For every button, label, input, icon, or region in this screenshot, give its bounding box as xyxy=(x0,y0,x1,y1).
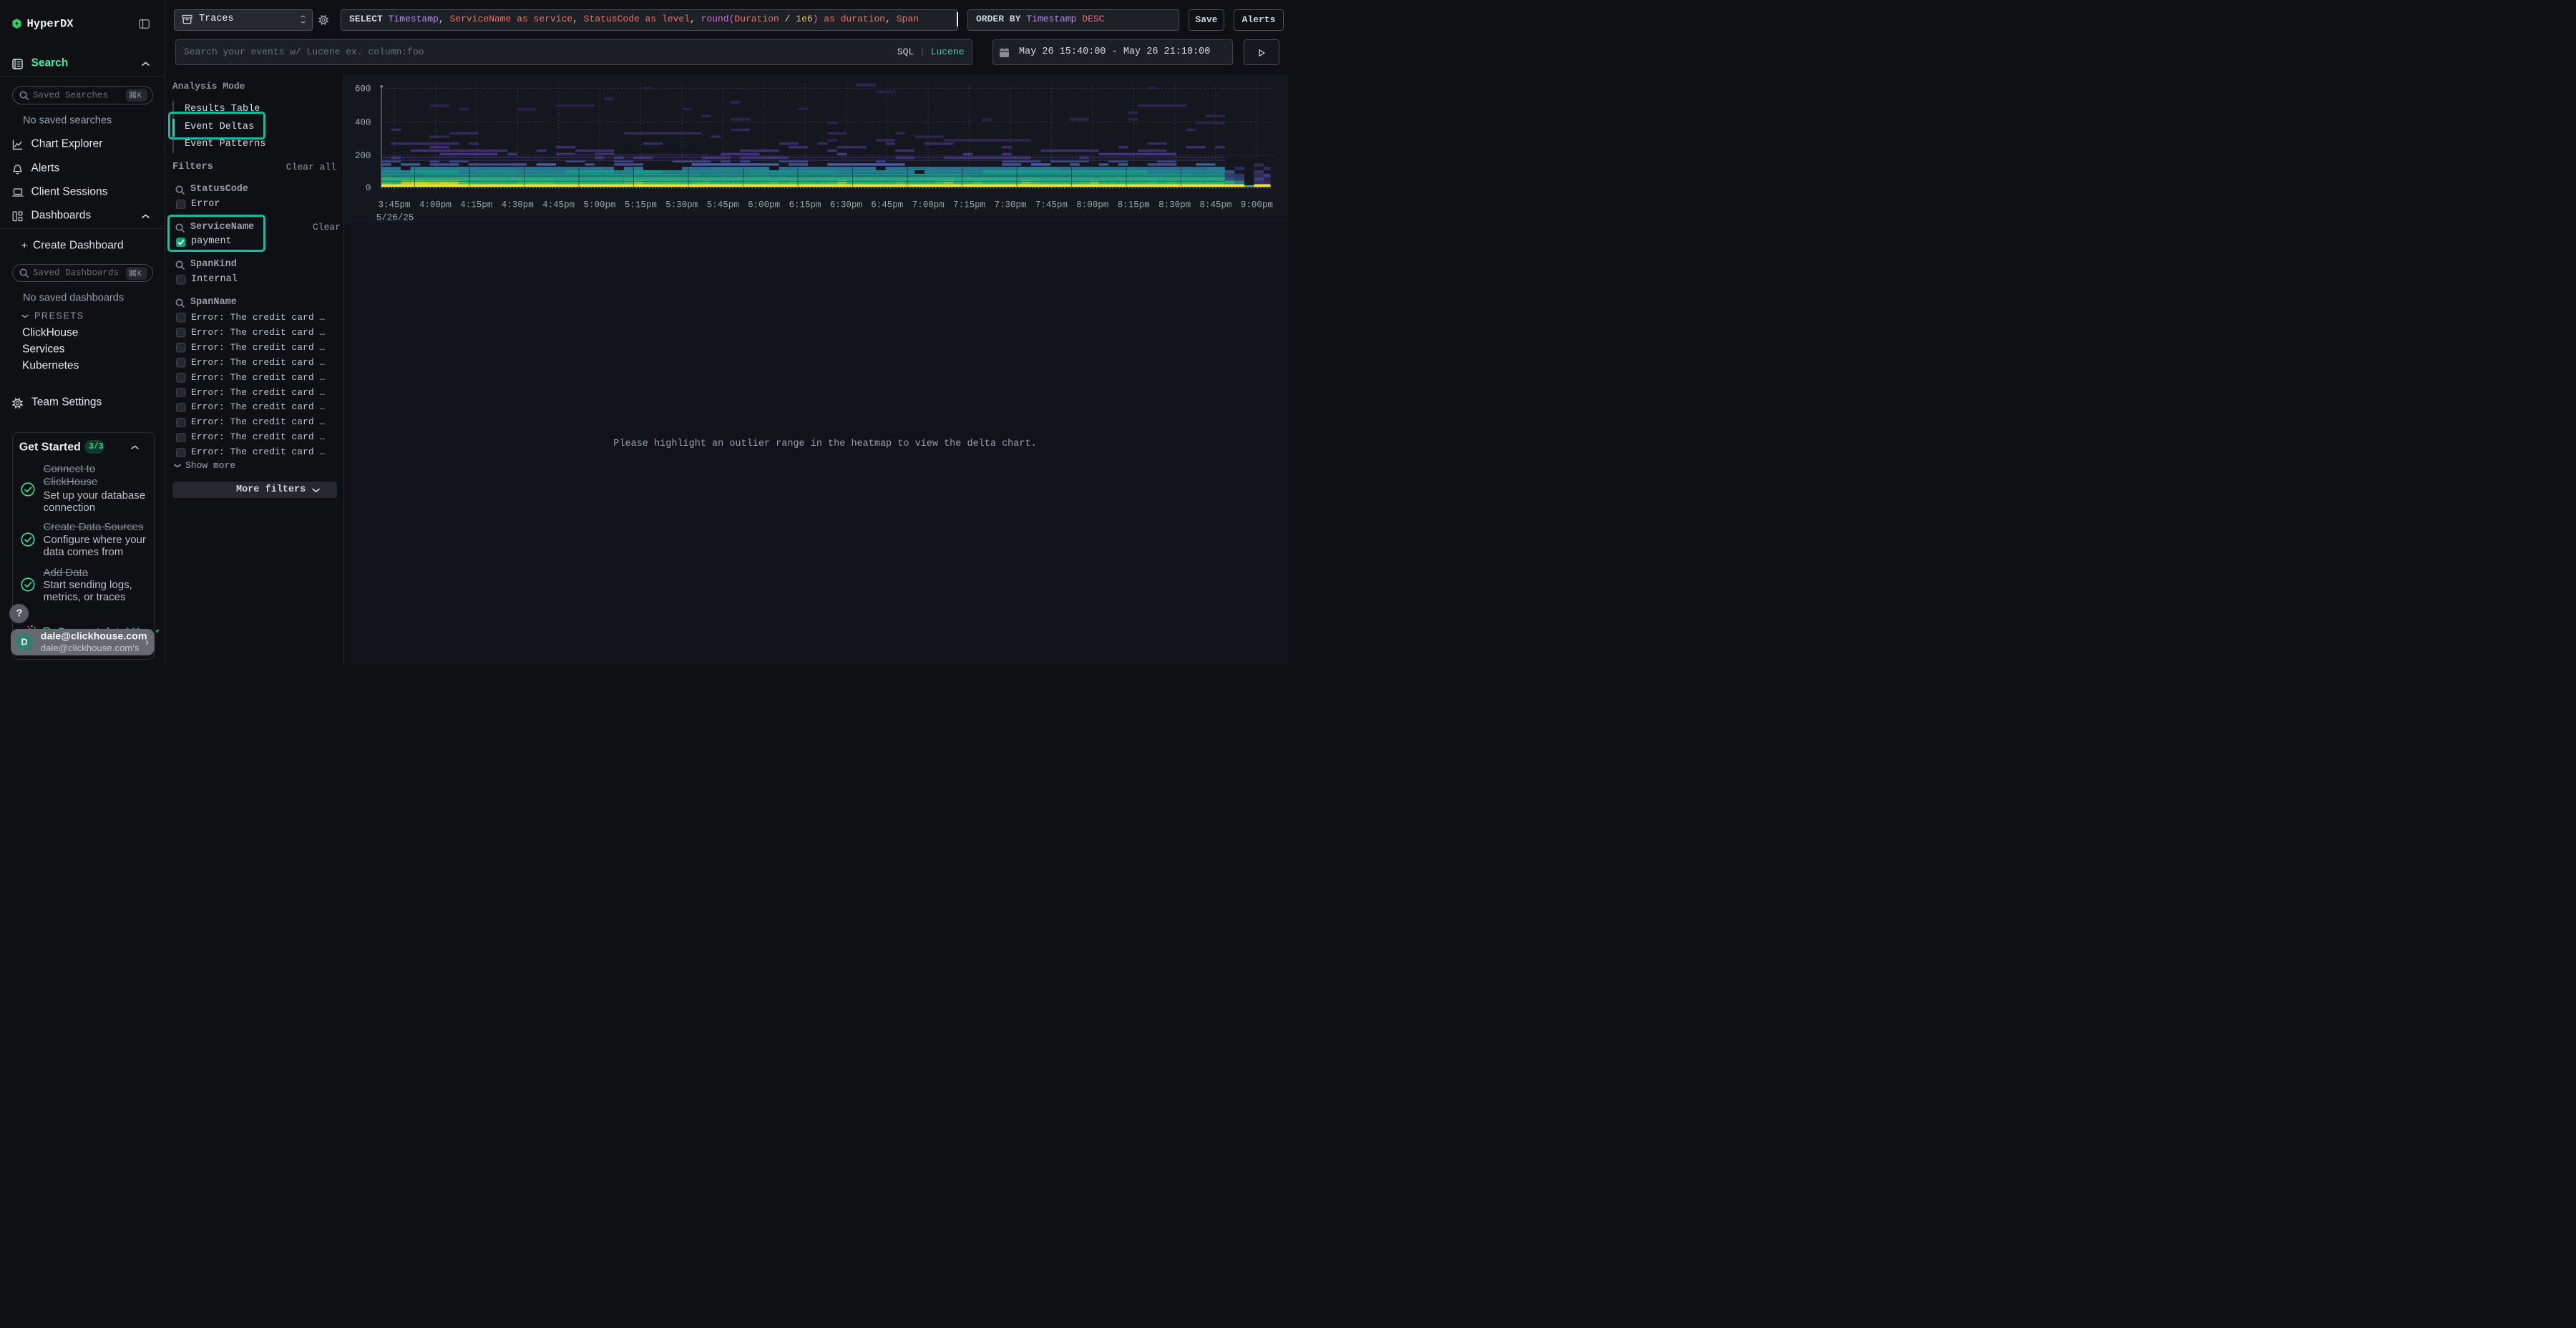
svg-text:8:00pm: 8:00pm xyxy=(1076,200,1108,210)
svg-text:6:15pm: 6:15pm xyxy=(789,200,821,210)
svg-text:4:45pm: 4:45pm xyxy=(542,200,575,210)
svg-text:5:45pm: 5:45pm xyxy=(707,200,739,210)
svg-text:4:00pm: 4:00pm xyxy=(419,200,452,210)
svg-text:8:30pm: 8:30pm xyxy=(1158,200,1191,210)
svg-text:6:00pm: 6:00pm xyxy=(748,200,780,210)
svg-text:600: 600 xyxy=(355,84,371,94)
svg-text:6:30pm: 6:30pm xyxy=(830,200,862,210)
svg-text:6:45pm: 6:45pm xyxy=(871,200,903,210)
svg-text:9:00pm: 9:00pm xyxy=(1241,200,1273,210)
svg-text:8:15pm: 8:15pm xyxy=(1118,200,1150,210)
svg-text:4:30pm: 4:30pm xyxy=(502,200,534,210)
svg-text:4:15pm: 4:15pm xyxy=(460,200,492,210)
svg-text:K: K xyxy=(137,92,142,100)
svg-text:7:00pm: 7:00pm xyxy=(912,200,945,210)
svg-text:7:30pm: 7:30pm xyxy=(994,200,1026,210)
svg-text:7:15pm: 7:15pm xyxy=(953,200,985,210)
svg-text:5:30pm: 5:30pm xyxy=(665,200,698,210)
svg-text:7:45pm: 7:45pm xyxy=(1035,200,1068,210)
svg-text:5/26/25: 5/26/25 xyxy=(376,213,414,223)
svg-text:5:15pm: 5:15pm xyxy=(625,200,657,210)
svg-text:0: 0 xyxy=(366,183,371,193)
svg-text:K: K xyxy=(137,270,142,278)
svg-text:3:45pm: 3:45pm xyxy=(378,200,410,210)
svg-text:8:45pm: 8:45pm xyxy=(1199,200,1231,210)
svg-text:400: 400 xyxy=(355,117,371,127)
svg-text:200: 200 xyxy=(355,151,371,161)
svg-text:5:00pm: 5:00pm xyxy=(583,200,615,210)
